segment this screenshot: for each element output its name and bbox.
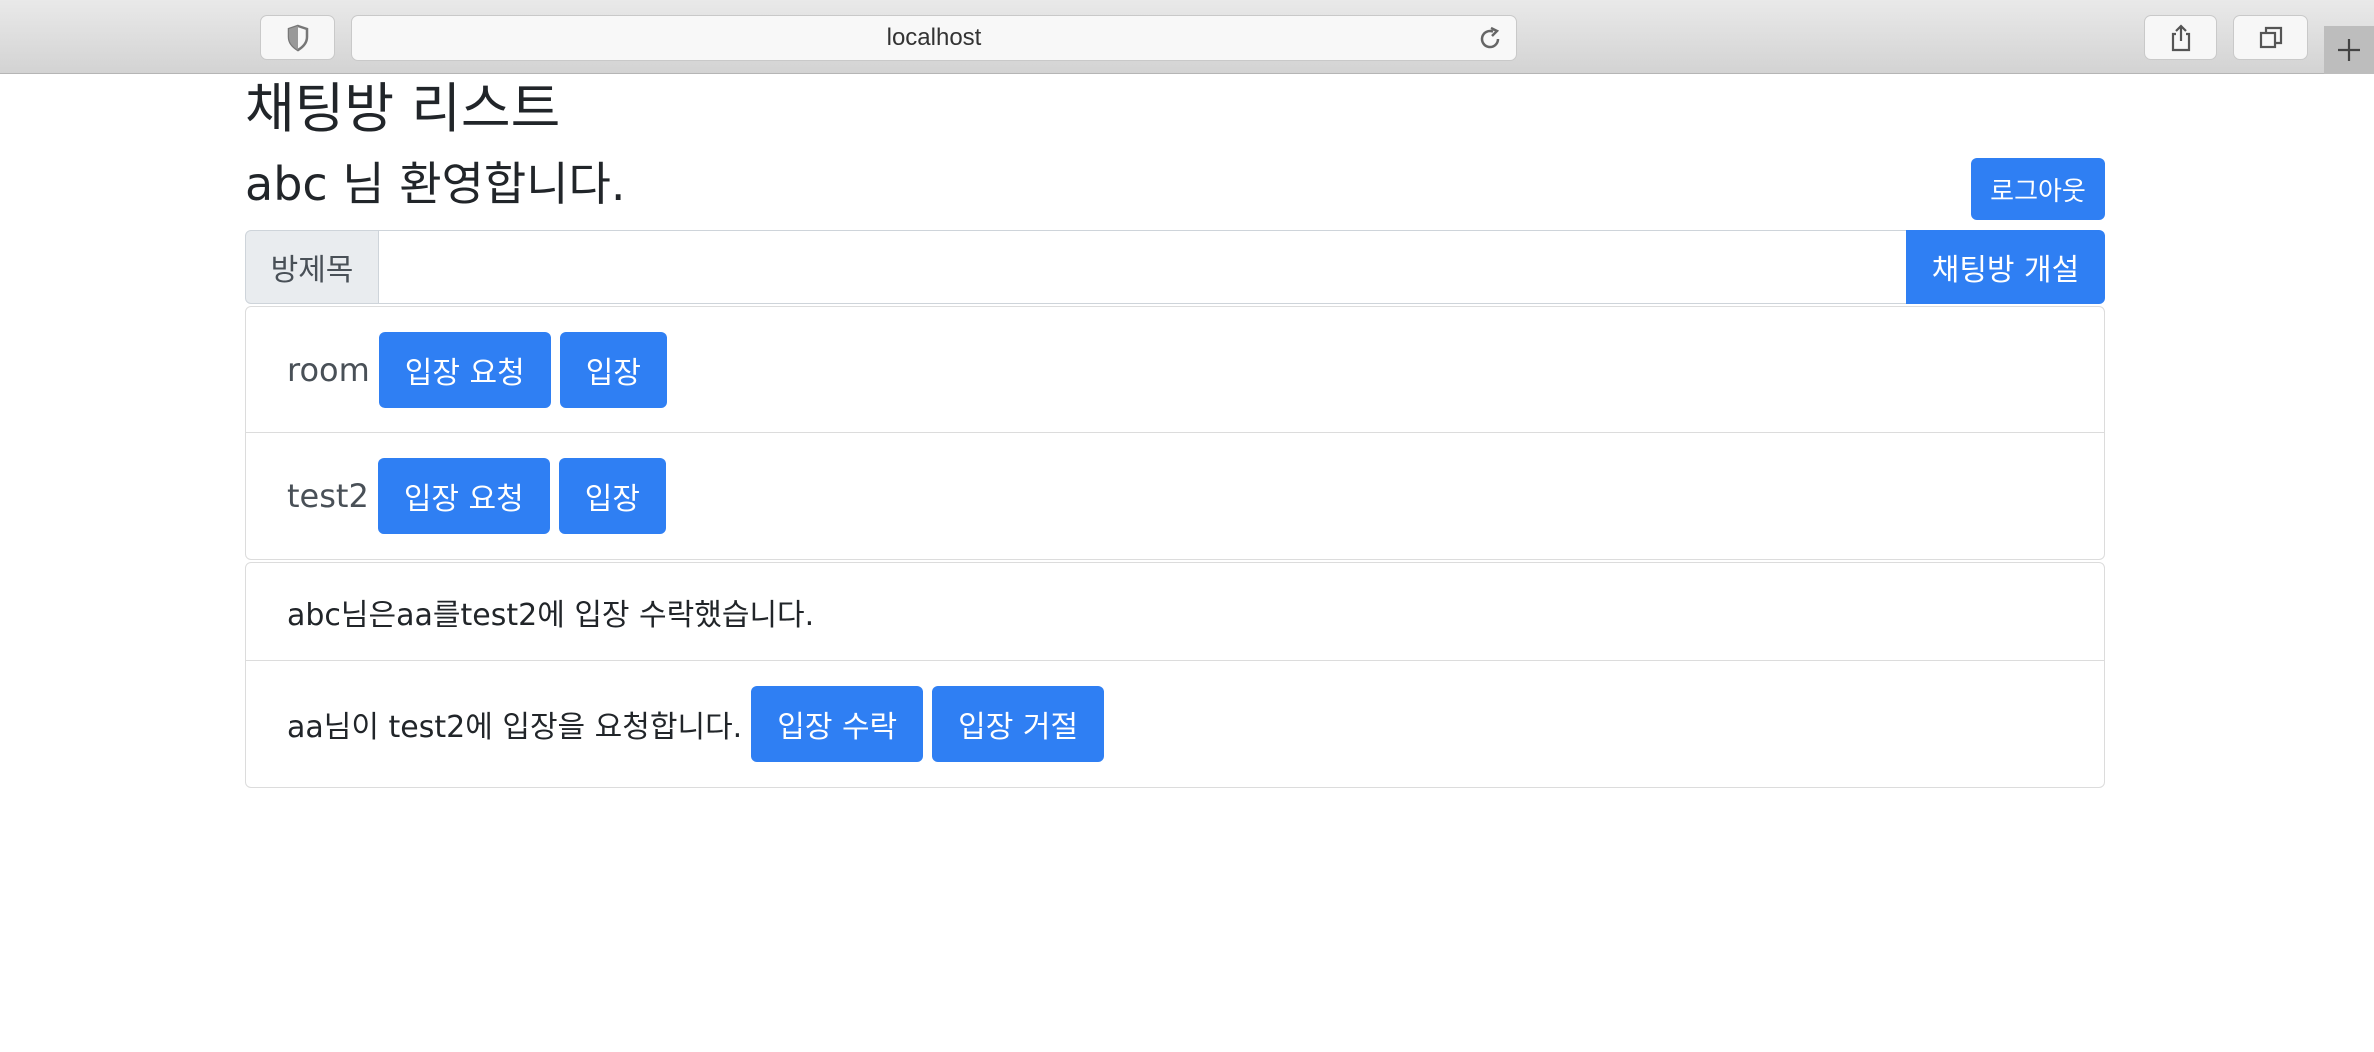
share-icon <box>2171 23 2190 51</box>
room-name: test2 <box>287 477 369 515</box>
page-title: 채팅방 리스트 <box>245 77 561 140</box>
reload-icon[interactable] <box>1476 25 1504 53</box>
enter-room-button[interactable]: 입장 <box>559 331 667 408</box>
logout-button[interactable]: 로그아웃 <box>1971 158 2105 220</box>
plus-icon <box>2338 39 2360 61</box>
reject-entry-button[interactable]: 입장 거절 <box>932 686 1105 762</box>
room-list: room 입장 요청 입장 test2 입장 요청 입장 <box>245 306 2105 560</box>
welcome-message: abc 님 환영합니다. <box>245 157 626 211</box>
room-list-item: test2 입장 요청 입장 <box>246 433 2104 559</box>
new-tab-button[interactable] <box>2324 26 2374 74</box>
address-bar[interactable]: localhost <box>351 15 1517 61</box>
shield-icon <box>287 24 308 51</box>
accept-entry-button[interactable]: 입장 수락 <box>751 686 924 762</box>
url-text: localhost <box>886 24 982 51</box>
room-name: room <box>287 350 370 389</box>
browser-toolbar: localhost <box>0 0 2374 74</box>
privacy-button[interactable] <box>260 15 335 60</box>
create-room-button[interactable]: 채팅방 개설 <box>1906 230 2105 304</box>
request-entry-button[interactable]: 입장 요청 <box>377 458 550 534</box>
tabs-button[interactable] <box>2233 15 2308 60</box>
notice-item: abc님은aa를test2에 입장 수락했습니다. <box>246 563 2104 661</box>
tabs-icon <box>2259 26 2282 48</box>
room-title-input[interactable] <box>379 230 1906 304</box>
create-room-form: 방제목 채팅방 개설 <box>245 230 2105 304</box>
room-list-item: room 입장 요청 입장 <box>246 307 2104 433</box>
request-entry-button[interactable]: 입장 요청 <box>378 331 551 408</box>
notice-list: abc님은aa를test2에 입장 수락했습니다. aa님이 test2에 입장… <box>245 562 2105 788</box>
notice-text: aa님이 test2에 입장을 요청합니다. <box>287 710 743 745</box>
notice-text: abc님은aa를test2에 입장 수락했습니다. <box>287 597 815 633</box>
enter-room-button[interactable]: 입장 <box>558 458 666 534</box>
room-title-label: 방제목 <box>245 230 379 304</box>
share-button[interactable] <box>2144 15 2217 60</box>
notice-item: aa님이 test2에 입장을 요청합니다. 입장 수락 입장 거절 <box>246 661 2104 787</box>
